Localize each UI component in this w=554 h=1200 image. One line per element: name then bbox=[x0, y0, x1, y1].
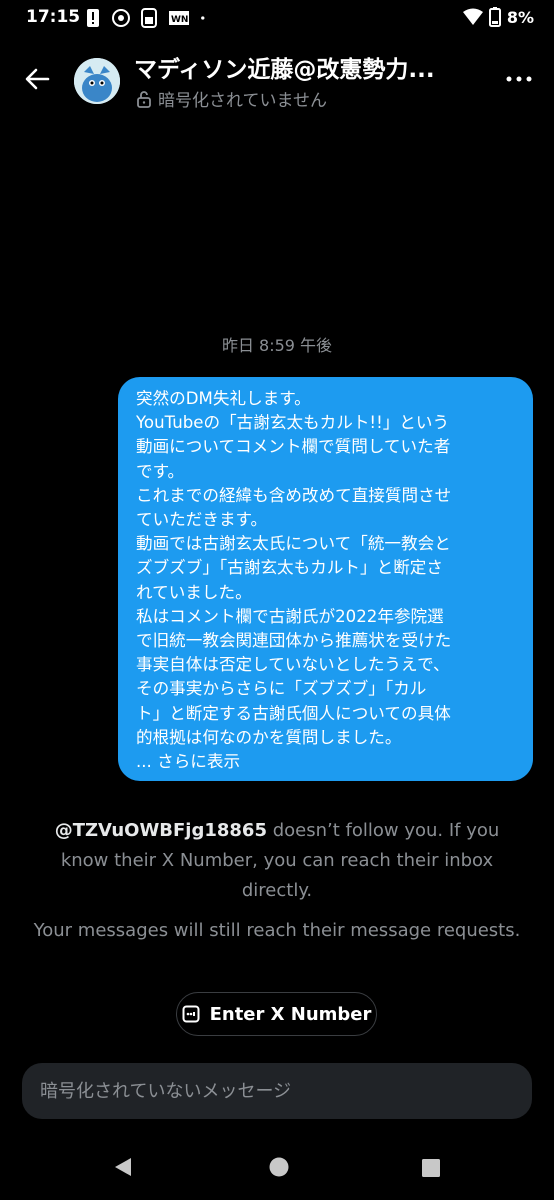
message-composer bbox=[22, 1063, 532, 1119]
message-line: で旧統一教会関連団体から推薦状を受けた bbox=[136, 631, 452, 651]
sim-icon bbox=[141, 8, 157, 28]
sent-message-bubble[interactable]: 突然のDM失礼します。 YouTubeの「古謝玄太もカルト!!」という 動画につ… bbox=[118, 377, 533, 781]
message-line: 事実自体は否定していないとしたうえで、 bbox=[136, 655, 450, 675]
wifi-icon bbox=[462, 8, 483, 25]
message-line: 動画では古謝玄太氏について「統一教会と bbox=[136, 534, 451, 554]
message-line: YouTubeの「古謝玄太もカルト!!」という bbox=[136, 413, 450, 433]
nav-back-icon[interactable] bbox=[113, 1156, 133, 1178]
not-following-notice: @TZVuOWBFjg18865 doesn’t follow you. If … bbox=[30, 816, 524, 906]
message-line: ていただきます。 bbox=[136, 510, 268, 530]
arrow-left-icon bbox=[25, 68, 50, 90]
message-line: 私はコメント欄で古謝氏が2022年参院選 bbox=[136, 606, 444, 626]
message-line: その事実からさらに「ズブズブ」「カル bbox=[136, 679, 427, 699]
svg-text:WN: WN bbox=[171, 15, 188, 25]
message-input[interactable] bbox=[38, 1079, 522, 1103]
app-icon bbox=[112, 9, 130, 27]
message-line: ト」と断定する古謝氏個人についての具体 bbox=[136, 703, 451, 723]
message-line: 的根拠は何なのかを質問しました。 bbox=[136, 727, 402, 747]
message-line: れていました。 bbox=[136, 582, 252, 602]
news-icon: WN bbox=[169, 11, 189, 25]
encryption-status: 暗号化されていません bbox=[136, 86, 327, 111]
user-handle[interactable]: @TZVuOWBFjg18865 bbox=[55, 820, 267, 841]
dot-icon bbox=[201, 16, 205, 20]
avatar[interactable] bbox=[74, 58, 120, 104]
message-line: 突然のDM失礼します。 bbox=[136, 389, 311, 408]
keypad-icon bbox=[182, 1005, 200, 1023]
status-time: 17:15 bbox=[26, 7, 81, 27]
status-bar: 17:15 WN 8% bbox=[0, 0, 554, 36]
enter-x-number-button[interactable]: Enter X Number bbox=[176, 992, 377, 1036]
alert-icon bbox=[87, 9, 99, 27]
more-options-button[interactable] bbox=[504, 64, 534, 94]
message-line: 動画についてコメント欄で質問していた者 bbox=[136, 437, 451, 457]
avatar-image bbox=[74, 58, 120, 104]
back-button[interactable] bbox=[20, 62, 54, 96]
enter-x-number-label: Enter X Number bbox=[209, 1003, 372, 1025]
nav-home-icon[interactable] bbox=[268, 1156, 290, 1178]
status-notification-icons: WN bbox=[84, 8, 210, 28]
message-line: です。 bbox=[136, 461, 185, 481]
message-line: ズブズブ」「古謝玄太もカルト」と断定さ bbox=[136, 558, 443, 578]
system-nav-bar bbox=[0, 1140, 554, 1200]
status-right: 8% bbox=[462, 7, 534, 27]
message-timestamp: 昨日 8:59 午後 bbox=[221, 336, 333, 355]
battery-icon bbox=[488, 7, 501, 27]
nav-recents-icon[interactable] bbox=[421, 1158, 441, 1178]
show-more-link[interactable]: ... さらに表示 bbox=[136, 750, 519, 774]
unlock-icon bbox=[137, 90, 151, 108]
encryption-status-label: 暗号化されていません bbox=[158, 91, 327, 111]
contact-name[interactable]: マディソン近藤@改憲勢力... bbox=[134, 50, 454, 84]
message-line: これまでの経緯も含め改めて直接質問させ bbox=[136, 485, 452, 505]
battery-level: 8% bbox=[506, 7, 534, 27]
more-horizontal-icon bbox=[506, 76, 532, 82]
conversation-header: マディソン近藤@改憲勢力... 暗号化されていません bbox=[0, 40, 554, 120]
message-requests-notice: Your messages will still reach their mes… bbox=[33, 920, 521, 941]
